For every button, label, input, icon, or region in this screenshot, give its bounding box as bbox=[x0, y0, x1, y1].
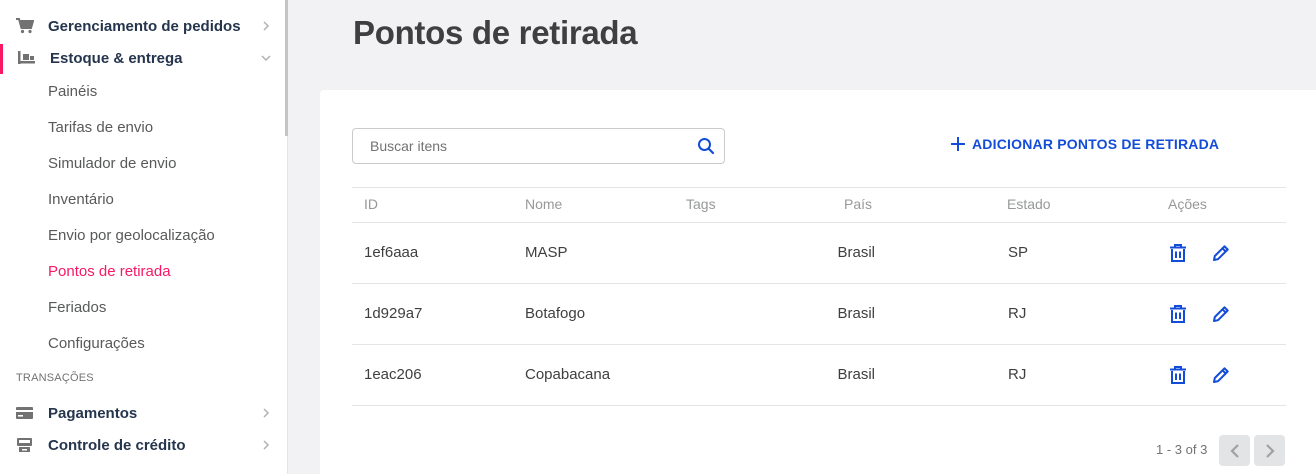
submenu-item-settings[interactable]: Configurações bbox=[48, 333, 145, 355]
submenu-item-pickup-points[interactable]: Pontos de retirada bbox=[48, 261, 171, 283]
pencil-icon[interactable] bbox=[1212, 244, 1230, 262]
truck-icon bbox=[18, 51, 35, 64]
trash-icon[interactable] bbox=[1169, 244, 1187, 262]
search-box[interactable] bbox=[352, 128, 725, 164]
cell-name: Botafogo bbox=[525, 305, 586, 322]
cell-id: 1eac206 bbox=[364, 366, 422, 383]
sidebar-item-label: Pagamentos bbox=[48, 404, 138, 422]
sidebar-item-payments[interactable]: Pagamentos bbox=[0, 397, 286, 429]
chevron-left-icon bbox=[1229, 443, 1239, 458]
submenu-item-holidays[interactable]: Feriados bbox=[48, 297, 106, 319]
pencil-icon[interactable] bbox=[1212, 366, 1230, 384]
section-title-transactions: TRANSAÇÕES bbox=[16, 372, 94, 384]
chevron-right-icon bbox=[263, 440, 270, 450]
table-divider bbox=[352, 283, 1286, 284]
cell-country: Brasil bbox=[837, 305, 875, 322]
trash-icon[interactable] bbox=[1169, 305, 1187, 323]
sidebar-item-label: Estoque & entrega bbox=[50, 49, 183, 67]
submenu-item-geolocation-shipping[interactable]: Envio por geolocalização bbox=[48, 225, 215, 247]
search-input[interactable] bbox=[354, 130, 684, 162]
add-pickup-points-label: ADICIONAR PONTOS DE RETIRADA bbox=[972, 136, 1220, 152]
column-header-name[interactable]: Nome bbox=[525, 194, 562, 214]
next-page-button[interactable] bbox=[1254, 435, 1285, 466]
table-divider bbox=[352, 405, 1286, 406]
pencil-icon[interactable] bbox=[1212, 305, 1230, 323]
cart-icon bbox=[16, 18, 34, 34]
add-pickup-points-button[interactable]: ADICIONAR PONTOS DE RETIRADA bbox=[950, 132, 1219, 156]
previous-page-button[interactable] bbox=[1219, 435, 1250, 466]
cell-country: Brasil bbox=[837, 244, 875, 261]
chevron-down-icon bbox=[261, 55, 271, 62]
submenu-item-dashboards[interactable]: Painéis bbox=[48, 81, 97, 103]
sidebar: Gerenciamento de pedidos Estoque & entre… bbox=[0, 0, 288, 474]
submenu-item-inventory[interactable]: Inventário bbox=[48, 189, 114, 211]
column-header-actions: Ações bbox=[1168, 196, 1207, 212]
table-divider bbox=[352, 222, 1286, 223]
sidebar-item-label: Controle de crédito bbox=[48, 436, 186, 454]
column-header-state[interactable]: Estado bbox=[1007, 194, 1051, 214]
cell-state: SP bbox=[1008, 244, 1029, 261]
chevron-right-icon bbox=[263, 21, 270, 31]
trash-icon[interactable] bbox=[1169, 366, 1187, 384]
cell-id: 1d929a7 bbox=[364, 305, 423, 322]
cell-name: Copabacana bbox=[525, 366, 611, 383]
chevron-right-icon bbox=[263, 408, 270, 418]
sidebar-item-label: Gerenciamento de pedidos bbox=[48, 17, 241, 35]
submenu-item-shipping-simulator[interactable]: Simulador de envio bbox=[48, 153, 176, 175]
cell-name: MASP bbox=[525, 244, 568, 261]
sidebar-item-inventory-shipping[interactable]: Estoque & entrega bbox=[0, 42, 286, 74]
plus-icon bbox=[951, 137, 965, 151]
cell-state: RJ bbox=[1008, 366, 1027, 383]
pagination-info: 1 - 3 of 3 bbox=[1156, 442, 1208, 457]
submenu-item-shipping-rates[interactable]: Tarifas de envio bbox=[48, 117, 153, 139]
credit-card-icon bbox=[16, 407, 33, 419]
register-icon bbox=[17, 438, 32, 452]
cell-state: RJ bbox=[1008, 305, 1027, 322]
column-header-tags[interactable]: Tags bbox=[686, 194, 716, 214]
page-title: Pontos de retirada bbox=[353, 14, 638, 51]
sidebar-item-credit-control[interactable]: Controle de crédito bbox=[0, 429, 286, 461]
sidebar-item-order-management[interactable]: Gerenciamento de pedidos bbox=[0, 10, 286, 42]
search-icon[interactable] bbox=[697, 137, 715, 155]
column-header-country[interactable]: País bbox=[800, 194, 872, 214]
chevron-right-icon bbox=[1265, 443, 1275, 458]
column-header-id[interactable]: ID bbox=[364, 194, 378, 214]
table-divider bbox=[352, 187, 1286, 188]
table-divider bbox=[352, 344, 1286, 345]
cell-id: 1ef6aaa bbox=[364, 244, 419, 261]
cell-country: Brasil bbox=[837, 366, 875, 383]
